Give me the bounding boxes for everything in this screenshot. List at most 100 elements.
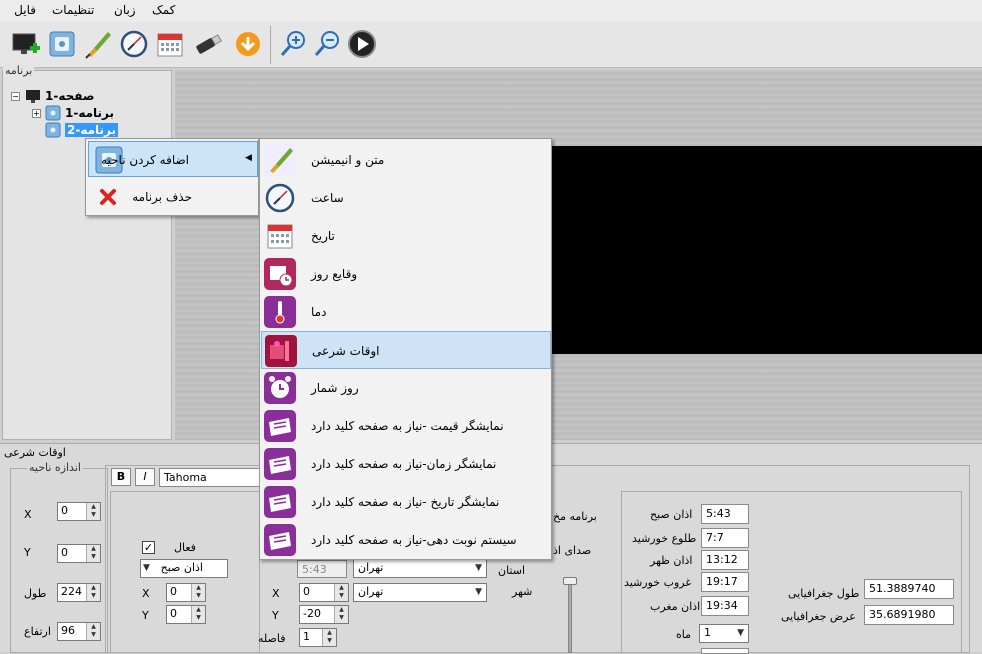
submenu-item-time-display[interactable]: نمایشگر زمان-نیاز به صفحه کلید دارد (261, 445, 551, 483)
toolbar (0, 22, 982, 68)
x2-spinner[interactable]: 0 ▲ ▼ (299, 583, 349, 602)
delete-program-menu-item[interactable]: حذف برنامه (88, 179, 258, 215)
menu-bar: فایل تنظیمات زبان کمک (0, 0, 982, 22)
time-label-2: اذان ظهر (650, 554, 693, 567)
chevron-down-icon: ▼ (737, 628, 744, 638)
city-label: شهر (512, 585, 533, 598)
italic-button[interactable]: I (135, 468, 155, 486)
brush-icon[interactable] (82, 28, 114, 60)
time-label-3: غروب خورشید (624, 576, 692, 589)
submenu-item-text-animation[interactable]: متن و انیمیشن (261, 141, 551, 179)
tree-node-page[interactable]: صفحه-1 (45, 89, 95, 103)
spacing-spinner[interactable]: 1 ▲ ▼ (299, 628, 337, 647)
properties-title: اوقات شرعی (4, 446, 66, 459)
menu-help[interactable]: کمک (152, 3, 175, 17)
submenu-item-countdown[interactable]: روز شمار (261, 369, 551, 407)
spinner-arrows-icon[interactable]: ▲ ▼ (334, 606, 348, 623)
submenu-label: اوقات شرعی (312, 344, 380, 358)
submenu-item-date[interactable]: تاریخ (261, 217, 551, 255)
y-spinner[interactable]: 0 ▲ ▼ (57, 544, 101, 563)
time-value-1[interactable]: 7:7 (701, 528, 749, 548)
zoom-out-icon[interactable] (312, 28, 344, 60)
x1-spinner[interactable]: 0 ▲ ▼ (166, 583, 206, 602)
time-preview: 5:43 (297, 560, 347, 578)
region-size-title: اندازه ناحیه (27, 461, 83, 474)
prayer-select[interactable]: ▼ اذان صبح (140, 559, 228, 578)
submenu-label: نمایشگر تاریخ -نیاز به صفحه کلید دارد (311, 495, 500, 509)
led-screen-preview[interactable] (550, 146, 982, 354)
spinner-arrows-icon[interactable]: ▲ ▼ (86, 584, 100, 601)
brush-icon (264, 144, 296, 176)
time-label-0: اذان صبح (650, 508, 693, 521)
width-spinner[interactable]: 224 ▲ ▼ (57, 583, 101, 602)
month-select[interactable]: ▼ 1 (699, 624, 749, 643)
tree-collapse-toggle[interactable]: − (11, 92, 20, 101)
play-icon[interactable] (346, 28, 378, 60)
context-menu: اضافه کردن ناحیه ◀ حذف برنامه (85, 138, 259, 216)
latitude-value[interactable]: 35.6891980 (864, 605, 954, 625)
month-value: 1 (704, 626, 711, 639)
submenu-item-temperature[interactable]: دما (261, 293, 551, 331)
clock-icon (265, 183, 295, 213)
time-value-2[interactable]: 13:12 (701, 550, 749, 570)
x2-value: 0 (303, 585, 310, 598)
y2-spinner[interactable]: -20 ▲ ▼ (299, 605, 349, 624)
menu-language[interactable]: زبان (114, 3, 136, 17)
x2-label: X (272, 587, 280, 600)
submenu-label: سیستم نوبت دهی-نیاز به صفحه کلید دارد (311, 533, 517, 547)
submenu-item-day-events[interactable]: وقایع روز (261, 255, 551, 293)
submenu-arrow-icon: ◀ (245, 153, 252, 163)
submenu-item-clock[interactable]: ساعت (261, 179, 551, 217)
submenu-item-date-display[interactable]: نمایشگر تاریخ -نیاز به صفحه کلید دارد (261, 483, 551, 521)
add-region-menu-item[interactable]: اضافه کردن ناحیه ◀ (88, 141, 258, 177)
y1-spinner[interactable]: 0 ▲ ▼ (166, 605, 206, 624)
height-spinner[interactable]: 96 ▲ ▼ (57, 622, 101, 641)
bold-button[interactable]: B (111, 468, 131, 486)
city-select[interactable]: ▼ تهران (353, 583, 487, 602)
screen-icon (26, 90, 40, 103)
x1-label: X (142, 587, 150, 600)
time-value-0[interactable]: 5:43 (701, 504, 749, 524)
spinner-arrows-icon[interactable]: ▲ ▼ (86, 623, 100, 640)
spinner-arrows-icon[interactable]: ▲ ▼ (191, 606, 205, 623)
tree-node-program-1[interactable]: برنامه-1 (65, 106, 114, 120)
submenu-item-queue-system[interactable]: سیستم نوبت دهی-نیاز به صفحه کلید دارد (261, 521, 551, 559)
keyboard-icon (264, 410, 296, 442)
zoom-in-icon[interactable] (278, 28, 310, 60)
x-spinner[interactable]: 0 ▲ ▼ (57, 502, 101, 521)
calendar-icon[interactable] (154, 28, 186, 60)
time-value-3[interactable]: 19:17 (701, 572, 749, 592)
submenu-item-price-display[interactable]: نمایشگر قیمت -نیاز به صفحه کلید دارد (261, 407, 551, 445)
clock-icon[interactable] (118, 28, 150, 60)
spacing-label: فاصله (258, 632, 286, 645)
submenu-label: روز شمار (311, 381, 359, 395)
submenu-label: نمایشگر زمان-نیاز به صفحه کلید دارد (311, 457, 497, 471)
longitude-value[interactable]: 51.3889740 (864, 579, 954, 599)
thermometer-icon (264, 296, 296, 328)
menu-file[interactable]: فایل (14, 3, 36, 17)
chevron-down-icon: ▼ (475, 563, 482, 573)
add-program-icon[interactable] (46, 28, 78, 60)
spinner-arrows-icon[interactable]: ▲ ▼ (86, 503, 100, 520)
extra-field[interactable] (701, 648, 749, 654)
height-value: 96 (61, 624, 75, 637)
month-label: ماه (676, 628, 692, 641)
spinner-arrows-icon[interactable]: ▲ ▼ (191, 584, 205, 601)
time-label-1: طلوع خورشید (632, 532, 697, 545)
font-select[interactable]: Tahoma (159, 468, 261, 487)
volume-slider-thumb[interactable] (563, 577, 577, 585)
time-value-4[interactable]: 19:34 (701, 596, 749, 616)
spinner-arrows-icon[interactable]: ▲ ▼ (86, 545, 100, 562)
menu-settings[interactable]: تنظیمات (52, 3, 94, 17)
usb-drive-icon[interactable] (192, 28, 224, 60)
submenu-item-prayer-times[interactable]: اوقات شرعی (261, 331, 551, 369)
add-screen-icon[interactable] (10, 28, 42, 60)
volume-slider-track[interactable] (568, 579, 572, 653)
province-select[interactable]: ▼ تهران (353, 559, 487, 578)
download-icon[interactable] (232, 28, 264, 60)
spinner-arrows-icon[interactable]: ▲ ▼ (334, 584, 348, 601)
spinner-arrows-icon[interactable]: ▲ ▼ (322, 629, 336, 646)
active-checkbox[interactable]: ✓ (142, 541, 155, 554)
tree-node-program-2[interactable]: برنامه-2 (65, 123, 119, 137)
tree-expand-toggle[interactable]: + (32, 109, 41, 118)
